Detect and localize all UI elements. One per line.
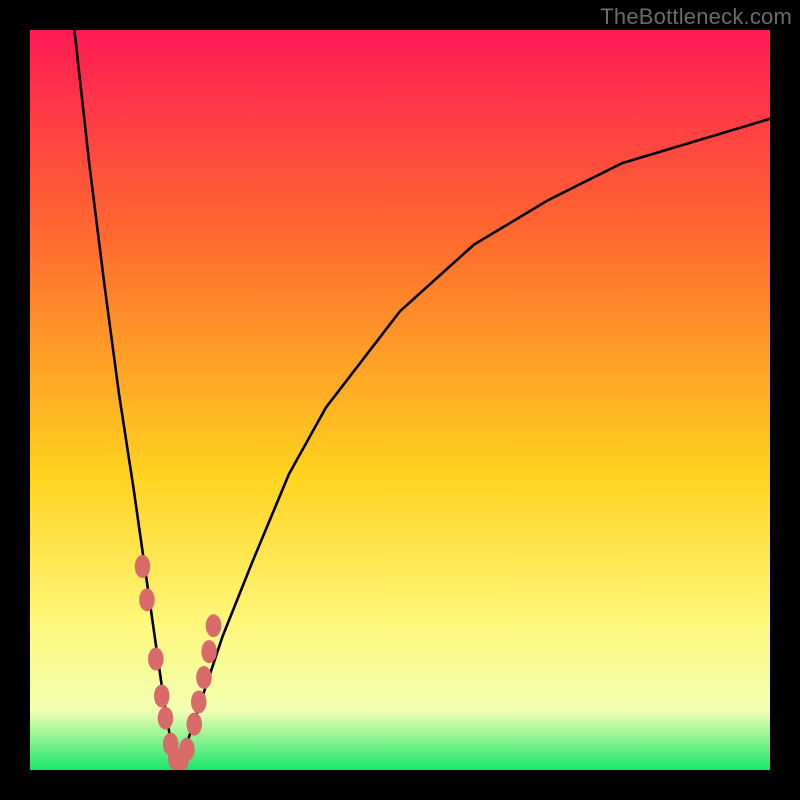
chart-frame: TheBottleneck.com — [0, 0, 800, 800]
marker-point — [135, 555, 151, 578]
plot-area — [30, 30, 770, 770]
marker-point — [148, 648, 164, 671]
watermark-text: TheBottleneck.com — [600, 4, 792, 30]
curve-right — [178, 119, 770, 770]
marker-point — [154, 685, 170, 708]
curves-layer — [30, 30, 770, 770]
marker-point — [196, 666, 212, 689]
marker-point — [158, 707, 174, 730]
marker-point — [179, 738, 195, 761]
marker-point — [191, 690, 207, 713]
marker-point — [139, 588, 155, 611]
marker-point — [187, 713, 203, 736]
marker-point — [201, 640, 217, 663]
marker-point — [206, 614, 222, 637]
